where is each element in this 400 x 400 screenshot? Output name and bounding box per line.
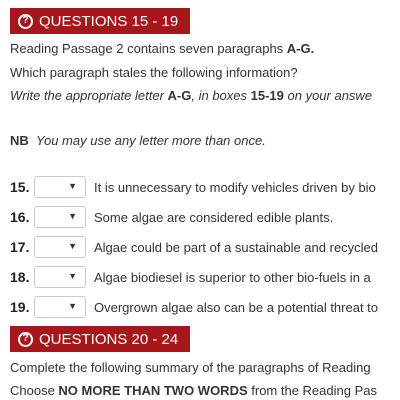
word-limit-instruction: Choose NO MORE THAN TWO WORDS from the R… xyxy=(10,383,377,398)
nb-note: NB You may use any letter more than once… xyxy=(10,133,266,148)
question-text: It is unnecessary to modify vehicles dri… xyxy=(94,179,376,195)
question-number: 18. xyxy=(10,269,30,285)
question-19: 19. ▼ Overgrown algae also can be a pote… xyxy=(10,296,378,318)
question-17: 17. ▼ Algae could be part of a sustainab… xyxy=(10,236,378,258)
question-text: Some algae are considered edible plants. xyxy=(94,209,334,225)
answer-select-15[interactable]: ▼ xyxy=(34,176,86,198)
answer-select-18[interactable]: ▼ xyxy=(34,266,86,288)
summary-instruction: Complete the following summary of the pa… xyxy=(10,360,371,375)
chevron-down-icon: ▼ xyxy=(68,301,77,311)
chevron-down-icon: ▼ xyxy=(68,211,77,221)
question-number: 17. xyxy=(10,239,30,255)
intro-line: Reading Passage 2 contains seven paragra… xyxy=(10,41,315,56)
question-text: Overgrown algae also can be a potential … xyxy=(94,299,379,315)
chevron-down-icon: ▼ xyxy=(68,271,77,281)
section-banner-20-24: ? QUESTIONS 20 - 24 xyxy=(10,326,191,352)
answer-select-16[interactable]: ▼ xyxy=(34,206,86,228)
answer-select-19[interactable]: ▼ xyxy=(34,296,86,318)
question-number: 19. xyxy=(10,299,30,315)
question-prompt: Which paragraph stales the following inf… xyxy=(10,65,298,80)
chevron-down-icon: ▼ xyxy=(68,241,77,251)
instruction-line: Write the appropriate letter A-G, in box… xyxy=(10,88,373,103)
section-title: QUESTIONS 20 - 24 xyxy=(39,330,179,348)
question-number: 15. xyxy=(10,179,30,195)
answer-select-17[interactable]: ▼ xyxy=(34,236,86,258)
question-circle-icon: ? xyxy=(18,13,33,29)
question-16: 16. ▼ Some algae are considered edible p… xyxy=(10,206,333,228)
question-18: 18. ▼ Algae biodiesel is superior to oth… xyxy=(10,266,371,288)
chevron-down-icon: ▼ xyxy=(68,181,77,191)
question-number: 16. xyxy=(10,209,30,225)
section-banner-15-19: ? QUESTIONS 15 - 19 xyxy=(10,8,191,34)
section-title: QUESTIONS 15 - 19 xyxy=(39,12,179,30)
question-circle-icon: ? xyxy=(18,331,33,347)
question-15: 15. ▼ It is unnecessary to modify vehicl… xyxy=(10,176,376,198)
question-text: Algae biodiesel is superior to other bio… xyxy=(94,269,371,285)
question-text: Algae could be part of a sustainable and… xyxy=(94,239,379,255)
